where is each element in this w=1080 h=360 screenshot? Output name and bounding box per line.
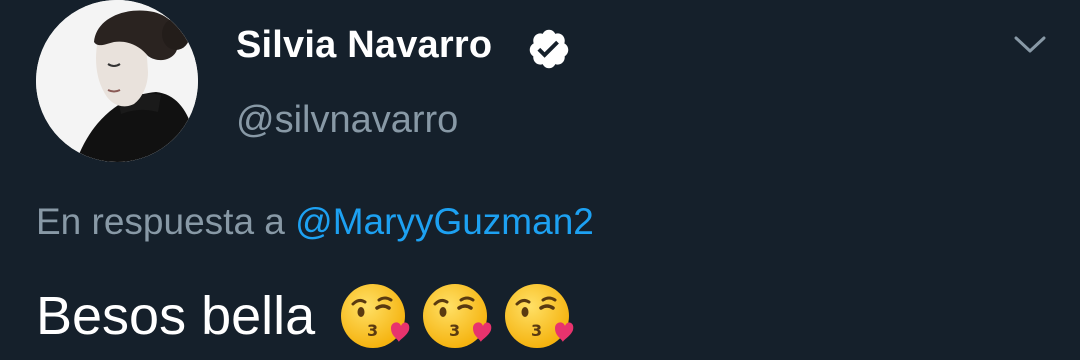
reply-mention-link[interactable]: @MaryyGuzman2: [295, 201, 594, 242]
svg-text:3: 3: [531, 321, 542, 340]
face-blowing-a-kiss-emoji-icon: 3: [423, 284, 492, 348]
author-display-name[interactable]: Silvia Navarro: [236, 24, 492, 67]
reply-prefix: En respuesta a: [36, 201, 285, 242]
svg-text:3: 3: [367, 321, 378, 340]
chevron-down-icon[interactable]: [1012, 32, 1048, 58]
face-blowing-a-kiss-emoji-icon: 3: [341, 284, 410, 348]
avatar-photo-icon: [36, 0, 198, 162]
emoji-row: 3 3 3: [337, 278, 583, 354]
face-blowing-a-kiss-emoji-icon: 3: [505, 284, 574, 348]
author-avatar[interactable]: [36, 0, 198, 162]
tweet-text: Besos bella: [36, 286, 316, 346]
reply-context: En respuesta a @MaryyGuzman2: [36, 201, 594, 243]
tweet-body: Besos bella 3 3 3: [36, 278, 583, 354]
author-handle[interactable]: @silvnavarro: [236, 99, 458, 142]
tweet-card: Silvia Navarro @silvnavarro En respuesta…: [0, 0, 1080, 360]
svg-text:3: 3: [449, 321, 460, 340]
verified-badge-icon: [529, 29, 569, 69]
